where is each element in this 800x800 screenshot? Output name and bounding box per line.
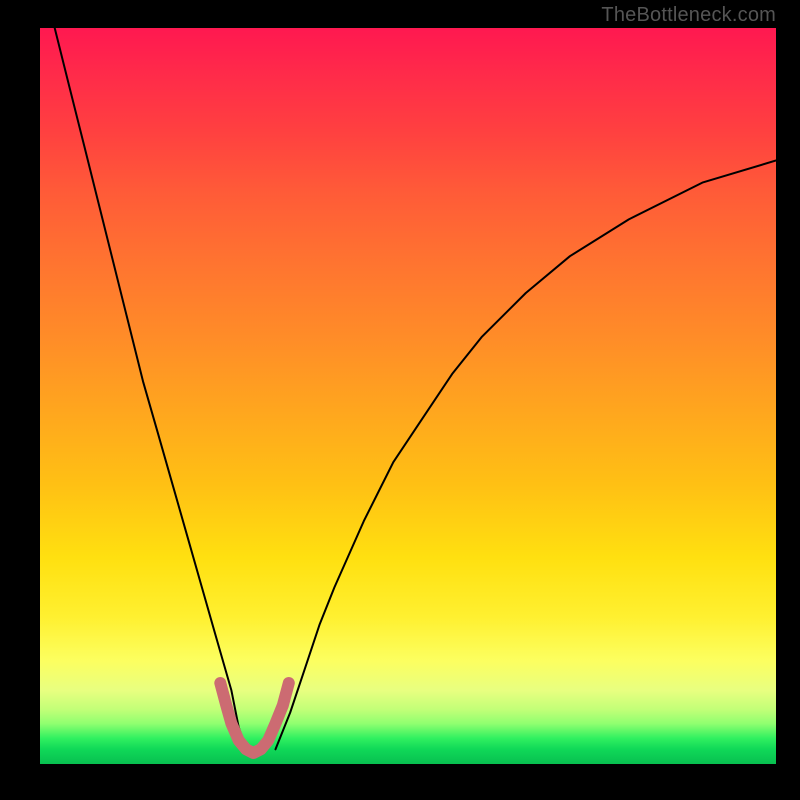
curve-layer <box>40 28 776 764</box>
chart-container: TheBottleneck.com <box>0 0 800 800</box>
bottleneck-curve-right <box>276 161 777 750</box>
watermark-text: TheBottleneck.com <box>601 4 776 27</box>
bottleneck-curve-left <box>55 28 246 749</box>
plot-area <box>40 28 776 764</box>
